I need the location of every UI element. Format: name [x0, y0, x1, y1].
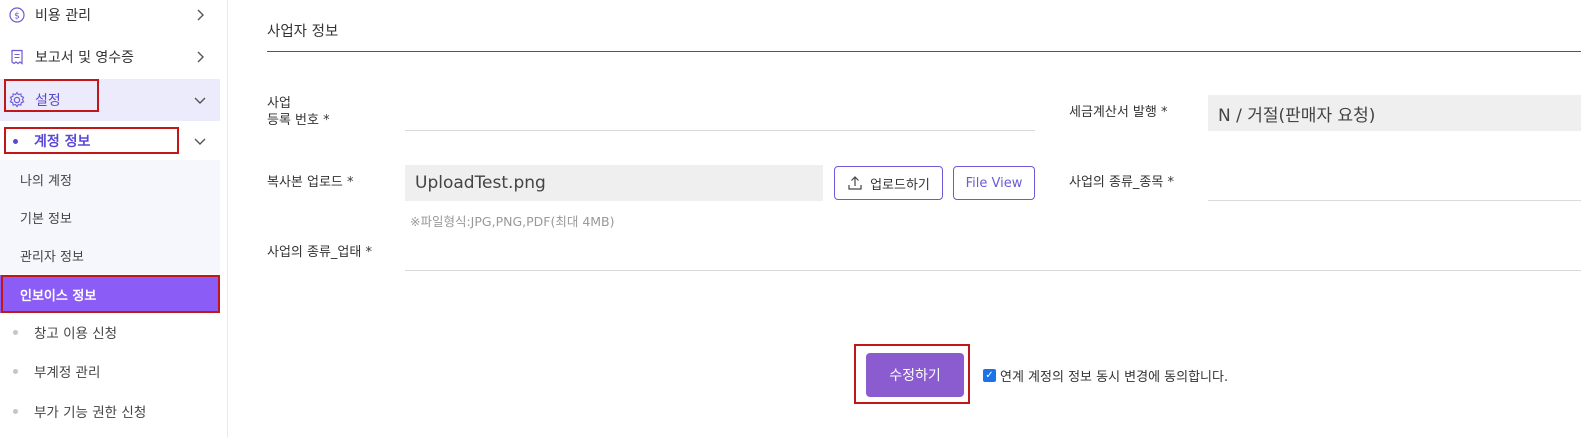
sidebar-item-account[interactable]: 계정 정보: [0, 126, 220, 156]
chevron-right-icon: [192, 49, 208, 65]
sidebar-subitem-invoice-info[interactable]: 인보이스 정보: [0, 275, 220, 313]
biz-type-field[interactable]: [405, 270, 1581, 271]
sidebar-subitem-admin-info[interactable]: 관리자 정보: [0, 236, 220, 274]
biz-item-field[interactable]: [1208, 200, 1581, 201]
sidebar-item-cost[interactable]: $ 비용 관리: [0, 0, 220, 30]
sidebar-item-reports[interactable]: 보고서 및 영수증: [0, 40, 220, 74]
file-view-button[interactable]: File View: [953, 166, 1035, 200]
tax-invoice-label: 세금계산서 발행 *: [1069, 105, 1168, 120]
sidebar-item-label: 기본 정보: [20, 211, 72, 227]
sidebar-item-label: 관리자 정보: [20, 249, 84, 265]
receipt-icon: [8, 48, 26, 66]
biz-type-label: 사업의 종류_업태 *: [267, 245, 372, 260]
sidebar-item-label: 비용 관리: [35, 8, 91, 24]
sidebar-item-label: 계정 정보: [34, 134, 91, 150]
chevron-right-icon: [192, 7, 208, 23]
sidebar-item-addon-permission[interactable]: 부가 기능 권한 신청: [0, 392, 220, 430]
submit-button[interactable]: 수정하기: [866, 353, 964, 397]
file-hint: ※파일형식:JPG,PNG,PDF(최대 4MB): [410, 214, 615, 229]
biz-number-field[interactable]: [405, 130, 1035, 131]
sidebar: $ 비용 관리 보고서 및 영수증 설정 계정 정보 나의 계정 기본 정보 관…: [0, 0, 228, 437]
sidebar-item-label: 부가 기능 권한 신청: [34, 405, 147, 421]
sidebar-item-label: 부계정 관리: [34, 365, 101, 381]
sidebar-subitem-basic-info[interactable]: 기본 정보: [0, 198, 220, 236]
agree-text: 연계 계정의 정보 동시 변경에 동의합니다.: [1000, 370, 1229, 385]
copy-upload-label: 복사본 업로드 *: [267, 175, 354, 190]
divider: [267, 51, 1581, 52]
biz-number-label: 사업 등록 번호 *: [267, 95, 330, 129]
svg-text:$: $: [14, 12, 20, 22]
sidebar-item-warehouse[interactable]: 창고 이용 신청: [0, 313, 220, 351]
sidebar-item-label: 창고 이용 신청: [34, 326, 118, 342]
bullet-icon: [13, 409, 18, 414]
dollar-circle-icon: $: [8, 6, 26, 24]
checkbox-checked-icon[interactable]: ✓: [983, 369, 996, 382]
sidebar-item-label: 설정: [35, 93, 61, 109]
app-root: $ 비용 관리 보고서 및 영수증 설정 계정 정보 나의 계정 기본 정보 관…: [0, 0, 1581, 437]
sidebar-item-subaccount[interactable]: 부계정 관리: [0, 352, 220, 390]
upload-button[interactable]: 업로드하기: [834, 166, 943, 200]
section-title: 사업자 정보: [267, 24, 339, 40]
chevron-down-icon: [192, 133, 208, 153]
sidebar-item-settings[interactable]: 설정: [0, 79, 220, 121]
gear-icon: [8, 91, 26, 109]
sidebar-item-label: 보고서 및 영수증: [35, 50, 135, 66]
agree-checkbox-row[interactable]: ✓ 연계 계정의 정보 동시 변경에 동의합니다.: [983, 366, 1228, 385]
label-line: 사업: [267, 96, 291, 111]
upload-file-field[interactable]: UploadTest.png: [405, 165, 823, 201]
biz-item-label: 사업의 종류_종목 *: [1069, 175, 1174, 190]
label-line: 등록 번호 *: [267, 113, 330, 128]
tax-invoice-select[interactable]: N / 거절(판매자 요청): [1208, 95, 1581, 131]
bullet-icon: [13, 369, 18, 374]
chevron-down-icon: [192, 92, 208, 108]
upload-button-label: 업로드하기: [870, 177, 930, 193]
sidebar-subitem-my-account[interactable]: 나의 계정: [0, 160, 220, 198]
upload-icon: [847, 175, 863, 191]
sidebar-item-label: 나의 계정: [20, 173, 72, 189]
bullet-icon: [13, 139, 18, 144]
bullet-icon: [13, 330, 18, 335]
sidebar-item-label: 인보이스 정보: [20, 288, 97, 304]
main-content: 사업자 정보 사업 등록 번호 * 세금계산서 발행 * N / 거절(판매자 …: [228, 0, 1581, 437]
